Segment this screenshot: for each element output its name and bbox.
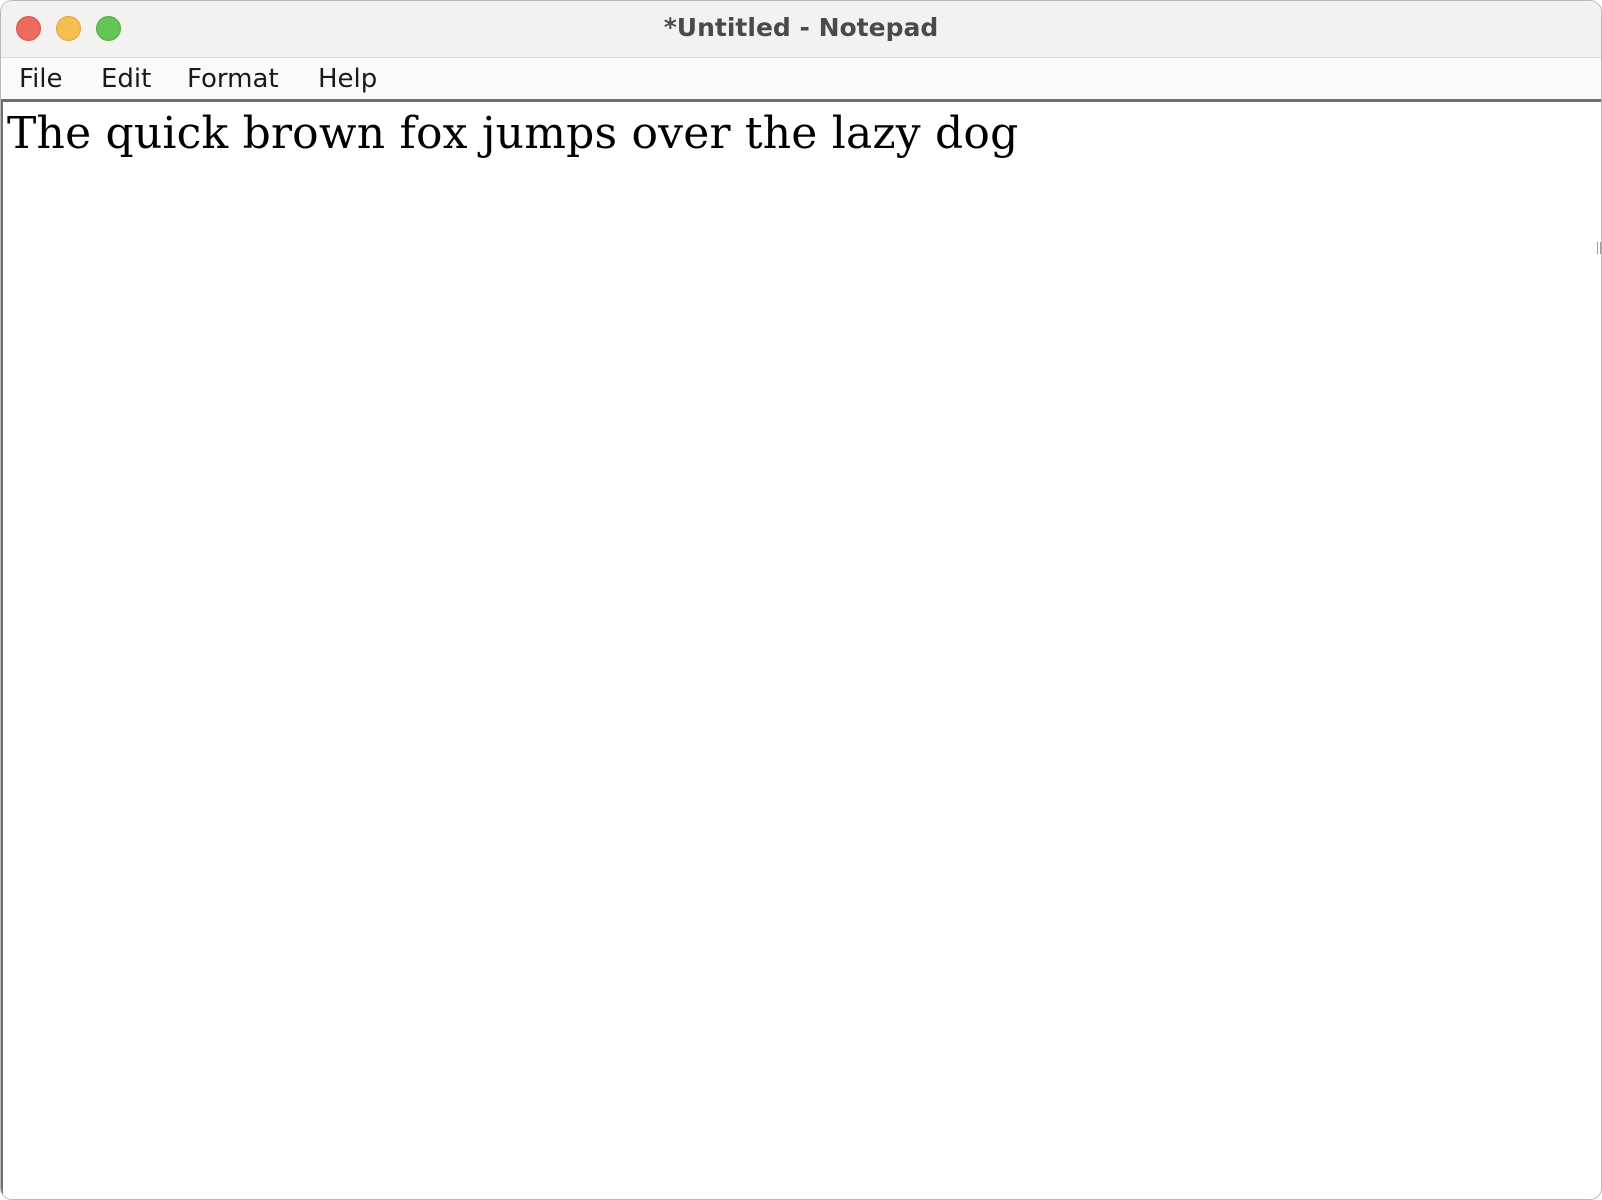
resize-grip-icon[interactable] [1597, 242, 1601, 254]
menu-format[interactable]: Format [187, 58, 279, 99]
text-editor-area[interactable]: The quick brown fox jumps over the lazy … [1, 102, 1601, 1199]
window-title: *Untitled - Notepad [663, 13, 939, 42]
editor-text[interactable]: The quick brown fox jumps over the lazy … [7, 104, 1018, 164]
menu-edit[interactable]: Edit [101, 58, 151, 99]
menu-file[interactable]: File [19, 58, 63, 99]
title-bar[interactable]: *Untitled - Notepad [1, 1, 1601, 58]
menu-bar: File Edit Format Help [1, 58, 1601, 102]
notepad-window: *Untitled - Notepad File Edit Format Hel… [0, 0, 1602, 1200]
menu-help[interactable]: Help [318, 58, 377, 99]
